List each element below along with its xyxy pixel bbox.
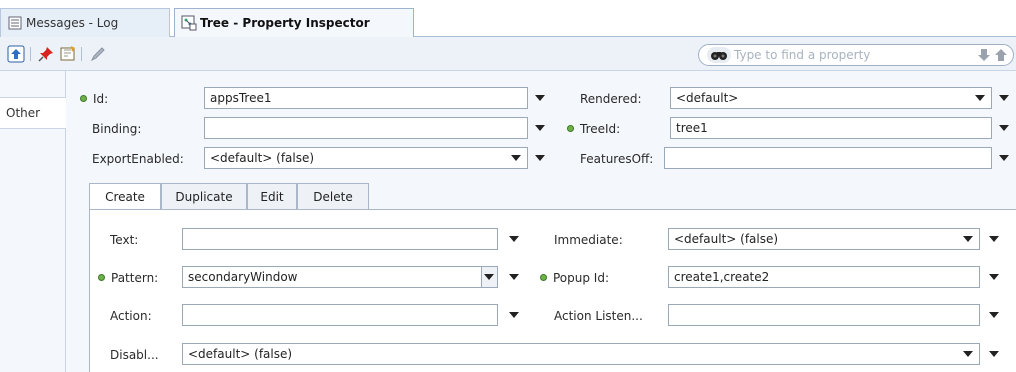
export-enabled-dropdown-icon[interactable] bbox=[534, 153, 546, 163]
pencil-icon[interactable] bbox=[88, 44, 108, 64]
immediate-dropdown-icon[interactable] bbox=[988, 234, 1000, 244]
tab-messages-log[interactable]: Messages - Log bbox=[0, 8, 170, 37]
toolbar-separator bbox=[30, 47, 31, 61]
tab-strip: Messages - Log Tree - Property Inspector bbox=[0, 0, 1016, 38]
chevron-down-icon bbox=[511, 155, 521, 161]
tab-edit[interactable]: Edit bbox=[247, 183, 297, 209]
popup-id-label: Popup Id: bbox=[540, 271, 609, 285]
chevron-down-icon bbox=[484, 274, 494, 280]
id-label: Id: bbox=[80, 92, 108, 106]
binding-dropdown-icon[interactable] bbox=[534, 123, 546, 133]
pattern-select[interactable]: secondaryWindow bbox=[182, 266, 498, 288]
immediate-select[interactable]: <default> (false) bbox=[668, 228, 980, 250]
chevron-down-icon bbox=[975, 95, 985, 101]
popup-id-field[interactable]: create1,create2 bbox=[668, 266, 980, 288]
features-off-field[interactable] bbox=[664, 147, 992, 169]
rendered-select[interactable]: <default> bbox=[670, 87, 992, 109]
action-listener-label: Action Listen... bbox=[554, 309, 643, 323]
toolbar-separator bbox=[81, 47, 82, 61]
tab-label: Tree - Property Inspector bbox=[200, 16, 370, 30]
sidebar-item-other[interactable]: Other bbox=[0, 97, 66, 129]
action-label: Action: bbox=[110, 309, 152, 323]
disabled-label: Disabl... bbox=[110, 348, 159, 362]
sidebar-item-label: Other bbox=[6, 106, 41, 120]
id-field[interactable]: appsTree1 bbox=[204, 87, 528, 109]
required-dot-icon bbox=[567, 125, 574, 132]
treeid-dropdown-icon[interactable] bbox=[998, 123, 1010, 133]
treeid-label: TreeId: bbox=[567, 122, 620, 136]
search-input[interactable] bbox=[734, 48, 954, 62]
binding-label: Binding: bbox=[92, 122, 142, 136]
tab-label: Messages - Log bbox=[26, 16, 119, 30]
action-listener-dropdown-icon[interactable] bbox=[988, 310, 1000, 320]
action-listener-field[interactable] bbox=[668, 304, 980, 326]
find-previous-icon[interactable] bbox=[993, 47, 1009, 66]
text-label: Text: bbox=[110, 233, 139, 247]
required-dot-icon bbox=[98, 274, 105, 281]
features-off-dropdown-icon[interactable] bbox=[998, 153, 1010, 163]
chevron-down-icon bbox=[963, 351, 973, 357]
required-dot-icon bbox=[80, 95, 87, 102]
text-field[interactable] bbox=[182, 228, 498, 250]
text-dropdown-icon[interactable] bbox=[508, 234, 520, 244]
binding-field[interactable] bbox=[204, 117, 528, 139]
log-icon bbox=[7, 15, 23, 31]
find-next-icon[interactable] bbox=[976, 47, 992, 66]
upload-icon[interactable] bbox=[6, 44, 26, 64]
disabled-dropdown-icon[interactable] bbox=[988, 349, 1000, 359]
disabled-select[interactable]: <default> (false) bbox=[182, 343, 980, 365]
tab-delete[interactable]: Delete bbox=[297, 183, 369, 209]
edit-properties-icon[interactable] bbox=[58, 44, 78, 64]
rendered-label: Rendered: bbox=[580, 92, 642, 106]
chevron-down-icon bbox=[963, 236, 973, 242]
property-search[interactable] bbox=[698, 44, 1014, 66]
immediate-label: Immediate: bbox=[554, 233, 623, 247]
toolbar bbox=[0, 37, 1016, 71]
rendered-dropdown-icon[interactable] bbox=[998, 93, 1010, 103]
export-enabled-select[interactable]: <default> (false) bbox=[204, 147, 528, 169]
pattern-dropdown-icon[interactable] bbox=[508, 272, 520, 282]
tab-duplicate[interactable]: Duplicate bbox=[161, 183, 247, 209]
tab-create[interactable]: Create bbox=[89, 183, 161, 210]
pattern-label: Pattern: bbox=[98, 271, 158, 285]
treeid-field[interactable]: tree1 bbox=[670, 117, 992, 139]
action-field[interactable] bbox=[182, 304, 498, 326]
required-dot-icon bbox=[540, 274, 547, 281]
tab-property-inspector[interactable]: Tree - Property Inspector bbox=[174, 8, 414, 38]
tree-inspector-icon bbox=[181, 15, 197, 31]
export-enabled-label: ExportEnabled: bbox=[92, 152, 184, 166]
binoculars-icon[interactable] bbox=[704, 45, 734, 65]
features-off-label: FeaturesOff: bbox=[580, 152, 654, 166]
action-dropdown-icon[interactable] bbox=[508, 310, 520, 320]
pin-icon[interactable] bbox=[36, 44, 56, 64]
category-sidebar: Other bbox=[0, 71, 66, 372]
popup-id-dropdown-icon[interactable] bbox=[988, 272, 1000, 282]
id-dropdown-icon[interactable] bbox=[534, 93, 546, 103]
